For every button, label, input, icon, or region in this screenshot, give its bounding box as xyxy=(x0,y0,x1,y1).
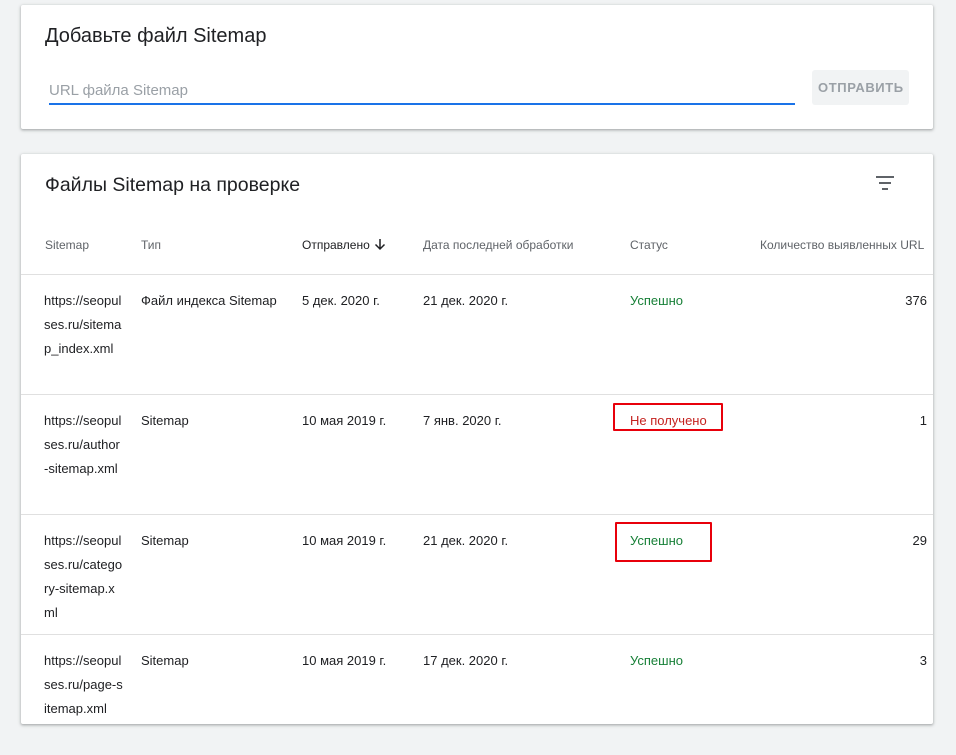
status-badge: Не получено xyxy=(630,413,707,428)
column-header-url-count[interactable]: Количество выявленных URL xyxy=(760,238,924,252)
filter-icon[interactable] xyxy=(869,171,903,197)
sitemap-type: Sitemap xyxy=(141,413,189,428)
url-count: 376 xyxy=(905,293,927,308)
sitemap-type: Файл индекса Sitemap xyxy=(141,293,277,308)
table-row[interactable]: https://seopulses.ru/page-sitemap.xml Si… xyxy=(21,634,933,755)
url-count: 3 xyxy=(919,653,927,668)
last-processed-date: 17 дек. 2020 г. xyxy=(423,653,509,668)
sent-date: 10 мая 2019 г. xyxy=(302,413,387,428)
table-row[interactable]: https://seopulses.ru/sitemap_index.xml Ф… xyxy=(21,274,933,395)
submit-button[interactable]: ОТПРАВИТЬ xyxy=(812,70,909,105)
column-header-type[interactable]: Тип xyxy=(141,238,161,252)
sent-date: 10 мая 2019 г. xyxy=(302,533,387,548)
column-header-last-processed[interactable]: Дата последней обработки xyxy=(423,238,573,252)
table-row[interactable]: https://seopulses.ru/author-sitemap.xml … xyxy=(21,394,933,515)
status-badge: Успешно xyxy=(630,293,683,308)
sitemaps-list-title: Файлы Sitemap на проверке xyxy=(45,174,301,196)
sitemap-url: https://seopulses.ru/page-sitemap.xml xyxy=(44,653,123,716)
column-header-sent[interactable]: Отправлено xyxy=(302,238,386,254)
sitemap-type: Sitemap xyxy=(141,533,189,548)
sent-date: 5 дек. 2020 г. xyxy=(302,293,380,308)
sitemap-url: https://seopulses.ru/author-sitemap.xml xyxy=(44,413,122,476)
last-processed-date: 7 янв. 2020 г. xyxy=(423,413,502,428)
sitemap-url: https://seopulses.ru/category-sitemap.xm… xyxy=(44,533,123,620)
column-header-sitemap[interactable]: Sitemap xyxy=(45,238,89,252)
last-processed-date: 21 дек. 2020 г. xyxy=(423,533,509,548)
sitemaps-list-card: Файлы Sitemap на проверке Sitemap Тип От… xyxy=(21,154,933,724)
add-sitemap-title: Добавьте файл Sitemap xyxy=(45,25,267,47)
url-count: 1 xyxy=(919,413,927,428)
sent-date: 10 мая 2019 г. xyxy=(302,653,387,668)
sitemap-url: https://seopulses.ru/sitemap_index.xml xyxy=(44,293,122,356)
arrow-down-icon xyxy=(374,238,386,254)
column-header-sent-label: Отправлено xyxy=(302,238,370,253)
column-header-status[interactable]: Статус xyxy=(630,238,668,252)
url-count: 29 xyxy=(912,533,927,548)
sitemap-type: Sitemap xyxy=(141,653,189,668)
status-badge: Успешно xyxy=(630,533,683,548)
add-sitemap-card: Добавьте файл Sitemap ОТПРАВИТЬ xyxy=(21,5,933,129)
table-row[interactable]: https://seopulses.ru/category-sitemap.xm… xyxy=(21,514,933,635)
sitemap-url-input[interactable] xyxy=(49,77,795,105)
last-processed-date: 21 дек. 2020 г. xyxy=(423,293,509,308)
status-badge: Успешно xyxy=(630,653,683,668)
